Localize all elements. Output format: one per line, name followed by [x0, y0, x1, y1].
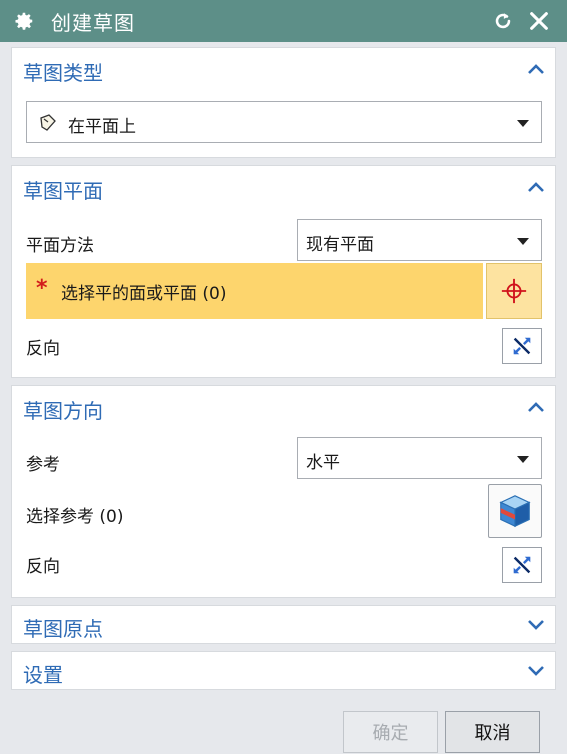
select-face-row[interactable]: * 选择平的面或平面 (0): [26, 263, 483, 319]
chevron-down-icon: [517, 238, 529, 245]
title-bar: 创建草图: [0, 0, 567, 42]
select-reference-button[interactable]: [488, 484, 542, 538]
orientation-reverse-label: 反向: [26, 557, 60, 577]
sketch-type-value: 在平面上: [68, 117, 136, 137]
chevron-up-icon[interactable]: [527, 400, 545, 414]
section-sketch-orientation: 草图方向 参考 水平 选择参考 (0) 反向: [11, 385, 556, 598]
plane-reverse-label: 反向: [26, 339, 60, 359]
reverse-direction-icon: [513, 556, 531, 574]
plane-reverse-button[interactable]: [502, 328, 542, 364]
chevron-down-icon[interactable]: [527, 618, 545, 632]
section-title: 草图方向: [23, 399, 103, 423]
reference-value: 水平: [306, 453, 340, 473]
chevron-up-icon[interactable]: [527, 180, 545, 194]
section-header[interactable]: 草图平面: [12, 166, 555, 210]
window-title: 创建草图: [51, 10, 135, 35]
reverse-direction-icon: [513, 337, 531, 355]
plane-method-select[interactable]: 现有平面: [297, 219, 542, 261]
section-title: 设置: [23, 663, 63, 687]
section-title: 草图平面: [23, 179, 103, 203]
reference-select[interactable]: 水平: [297, 437, 542, 479]
required-star: *: [36, 276, 48, 301]
reset-icon[interactable]: [492, 10, 514, 32]
close-icon[interactable]: [528, 10, 550, 32]
section-settings[interactable]: 设置: [11, 651, 556, 690]
section-header[interactable]: 草图类型: [12, 48, 555, 92]
select-reference-label: 选择参考 (0): [26, 507, 124, 527]
plane-method-label: 平面方法: [26, 236, 94, 256]
plane-method-value: 现有平面: [306, 235, 374, 255]
ok-button[interactable]: 确定: [343, 711, 438, 753]
chevron-up-icon[interactable]: [527, 62, 545, 76]
section-header[interactable]: 草图方向: [12, 386, 555, 430]
select-face-button[interactable]: [486, 263, 542, 319]
cube-icon: [499, 495, 531, 528]
orientation-reverse-button[interactable]: [502, 547, 542, 583]
section-title: 草图原点: [23, 617, 103, 641]
sketch-type-select[interactable]: 在平面上: [26, 101, 542, 143]
select-face-label: 选择平的面或平面 (0): [61, 284, 227, 304]
chevron-down-icon: [517, 456, 529, 463]
gear-icon[interactable]: [13, 10, 35, 32]
section-sketch-origin[interactable]: 草图原点: [11, 605, 556, 644]
section-sketch-plane: 草图平面 平面方法 现有平面 * 选择平的面或平面 (0) 反向: [11, 165, 556, 378]
chevron-down-icon: [517, 120, 529, 127]
reference-label: 参考: [26, 455, 60, 475]
section-sketch-type: 草图类型 在平面上: [11, 47, 556, 158]
cancel-button[interactable]: 取消: [445, 711, 540, 753]
section-title: 草图类型: [23, 61, 103, 85]
plane-sketch-icon: [40, 114, 56, 131]
crosshair-icon: [501, 278, 527, 304]
chevron-down-icon[interactable]: [527, 664, 545, 678]
